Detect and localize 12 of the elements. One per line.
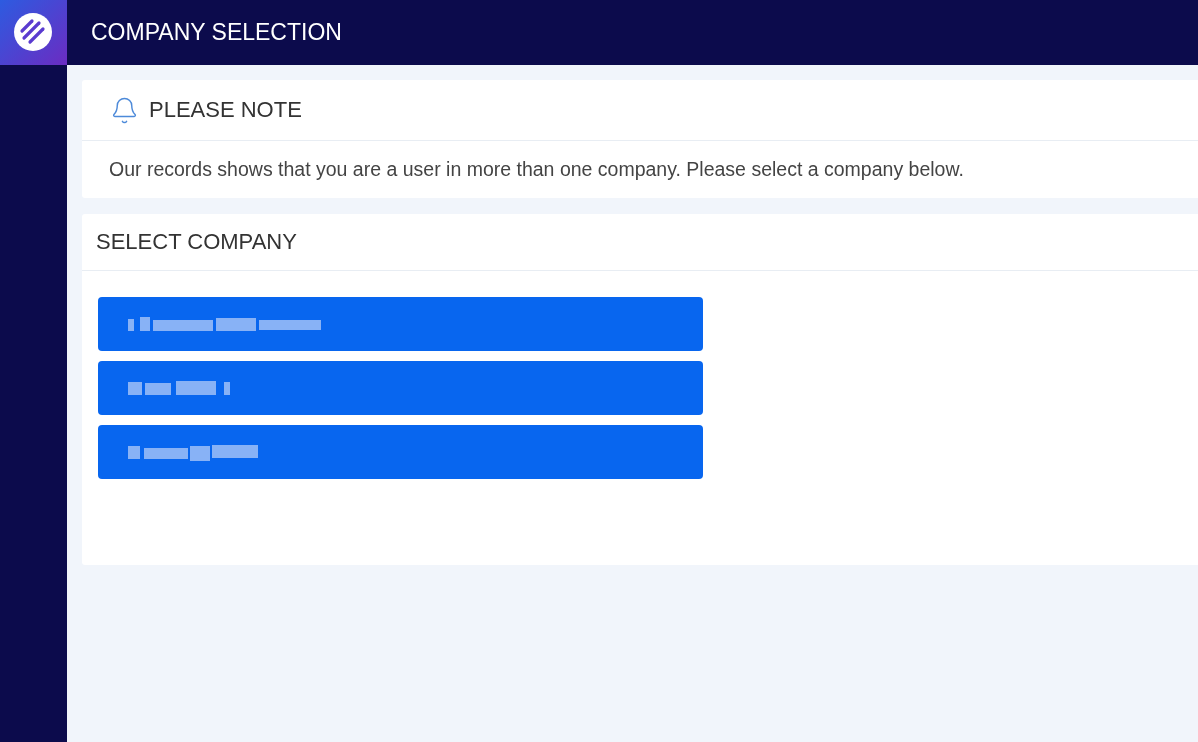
logo-icon <box>0 0 67 65</box>
notice-title: PLEASE NOTE <box>149 99 302 121</box>
company-button[interactable] <box>98 297 703 351</box>
company-button[interactable] <box>98 425 703 479</box>
pixelated-text-icon <box>128 379 230 397</box>
company-button[interactable] <box>98 361 703 415</box>
panel-title: SELECT COMPANY <box>96 231 297 253</box>
pixelated-text-icon <box>128 443 258 461</box>
notice-message: Our records shows that you are a user in more than one company. Please select a company below. <box>109 159 964 180</box>
pixelated-text-icon <box>128 315 321 333</box>
page-title: COMPANY SELECTION <box>91 21 342 44</box>
bell-icon <box>110 95 139 125</box>
